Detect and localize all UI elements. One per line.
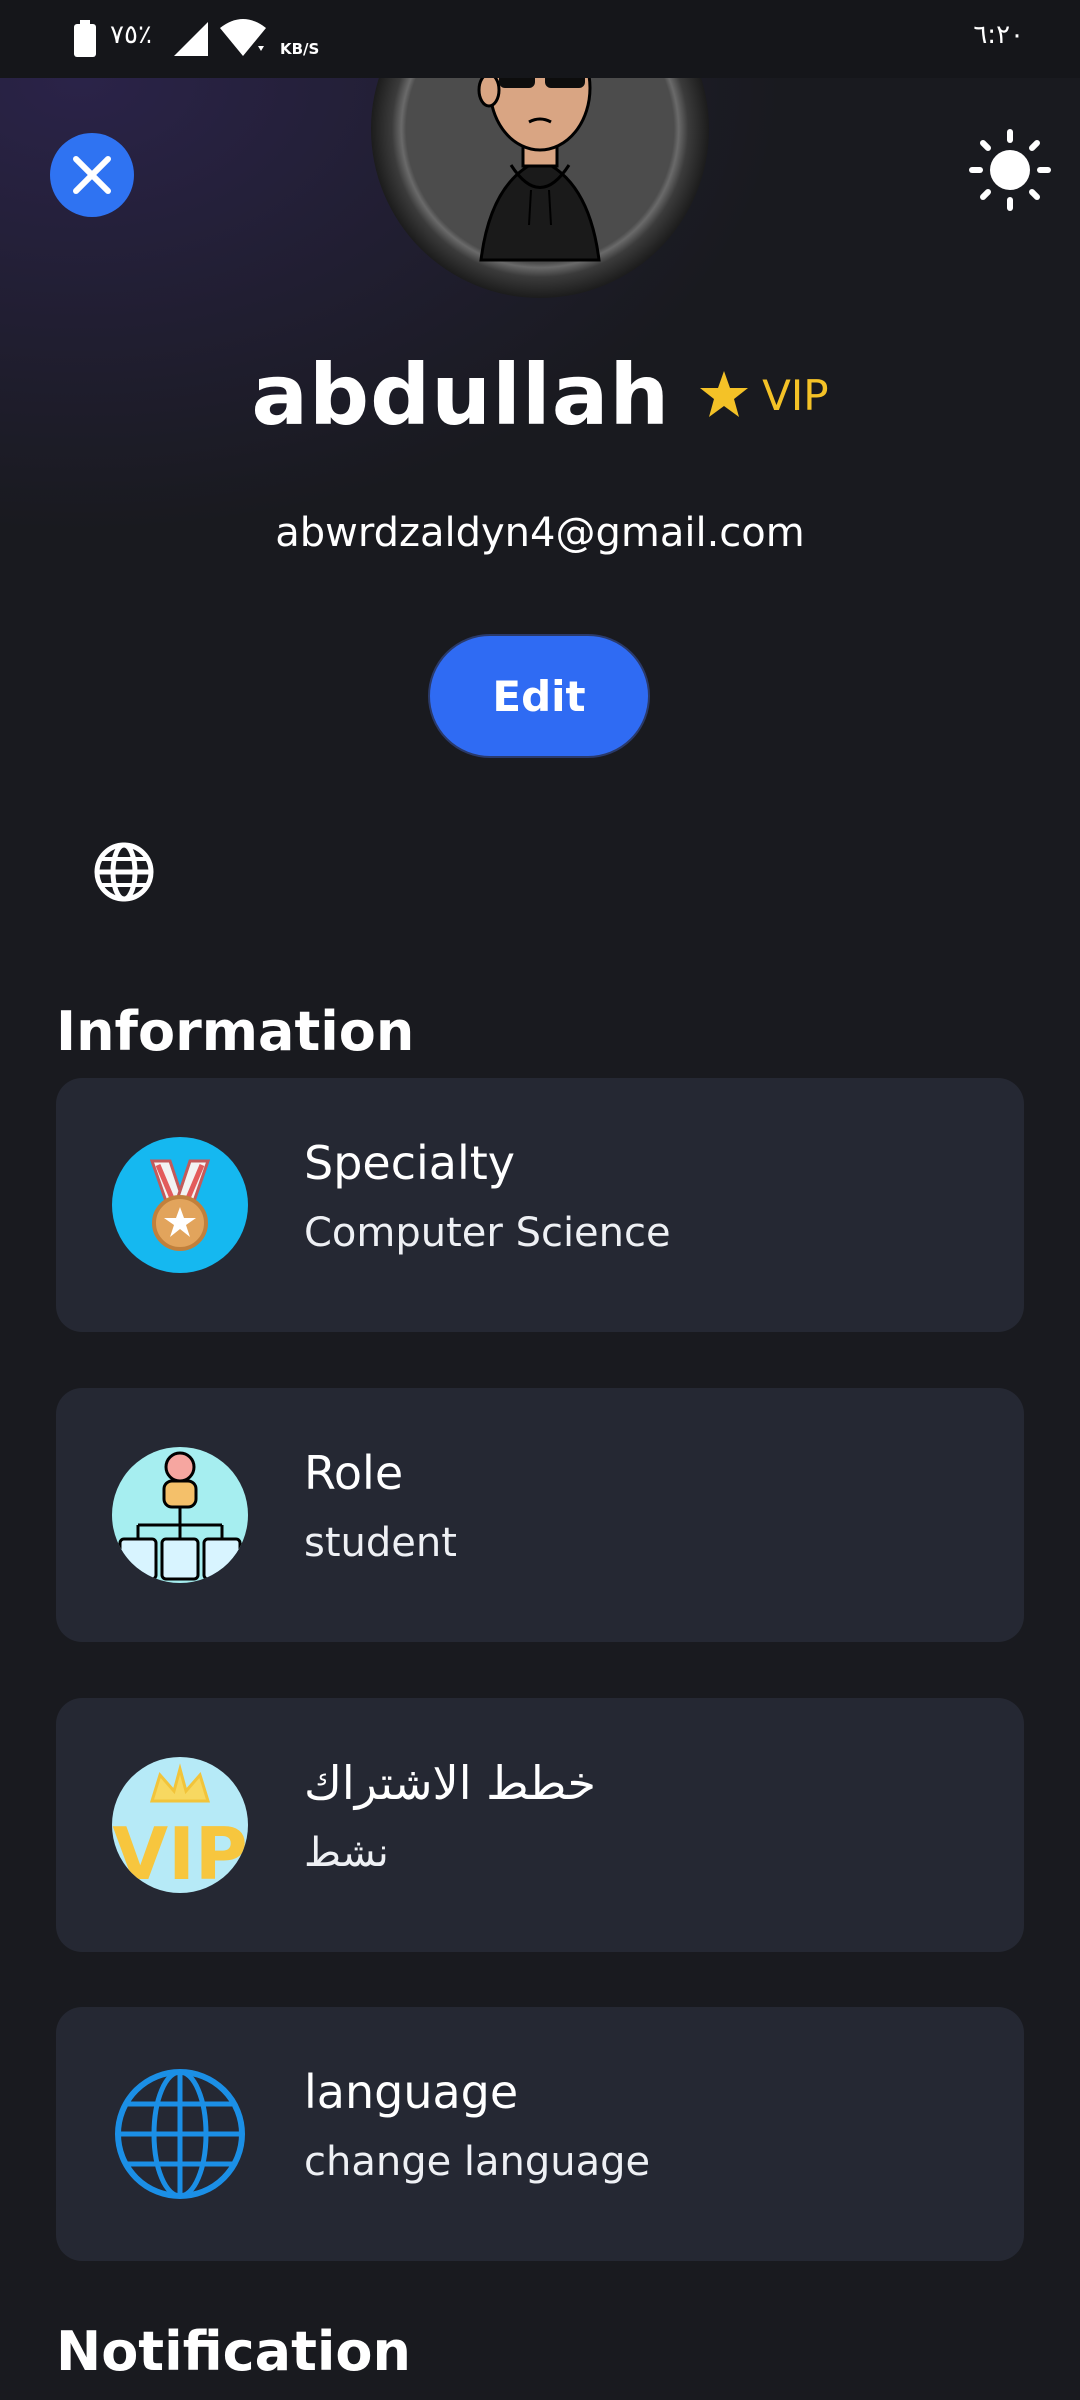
medal-icon	[112, 1137, 248, 1273]
battery-percent: ٧٥٪	[110, 20, 152, 50]
close-icon	[73, 156, 111, 194]
vip-crown-icon: VIP	[112, 1757, 248, 1893]
card-specialty[interactable]: Specialty Computer Science	[56, 1078, 1024, 1332]
card-title: language	[304, 2065, 519, 2119]
wifi-icon	[220, 19, 266, 56]
sun-icon[interactable]	[968, 128, 1052, 212]
profile-name: abdullah	[251, 346, 671, 444]
card-subtitle: نشط	[304, 1830, 389, 1876]
star-icon	[700, 371, 749, 417]
vip-badge: VIP	[762, 370, 829, 420]
card-role[interactable]: Role student	[56, 1388, 1024, 1642]
card-title: Specialty	[304, 1136, 515, 1190]
card-language[interactable]: language change language	[56, 2007, 1024, 2261]
card-subtitle: Computer Science	[304, 1210, 671, 1256]
section-title-notification: Notification	[56, 2320, 411, 2383]
card-subscription[interactable]: VIP خطط الاشتراك نشط	[56, 1698, 1024, 1952]
profile-name-row: abdullah VIP	[0, 340, 1080, 450]
profile-email: abwrdzaldyn4@gmail.com	[275, 510, 805, 556]
card-title: Role	[304, 1446, 404, 1500]
status-time: ٦:٢٠	[973, 20, 1024, 50]
svg-text:VIP: VIP	[112, 1812, 247, 1893]
status-bar: ٧٥٪ KB/S ٦:٢٠	[0, 0, 1080, 78]
card-title: خطط الاشتراك	[304, 1756, 596, 1810]
org-chart-icon	[112, 1447, 248, 1583]
section-title-information: Information	[56, 1000, 415, 1063]
card-subtitle: student	[304, 1520, 457, 1566]
edit-button[interactable]: Edit	[428, 634, 650, 758]
signal-icon	[174, 22, 208, 56]
network-speed-unit: KB/S	[280, 40, 320, 58]
close-button[interactable]	[50, 133, 134, 217]
globe-icon[interactable]	[92, 840, 156, 904]
battery-icon	[74, 20, 96, 57]
card-subtitle: change language	[304, 2139, 651, 2185]
globe-icon	[112, 2066, 248, 2202]
